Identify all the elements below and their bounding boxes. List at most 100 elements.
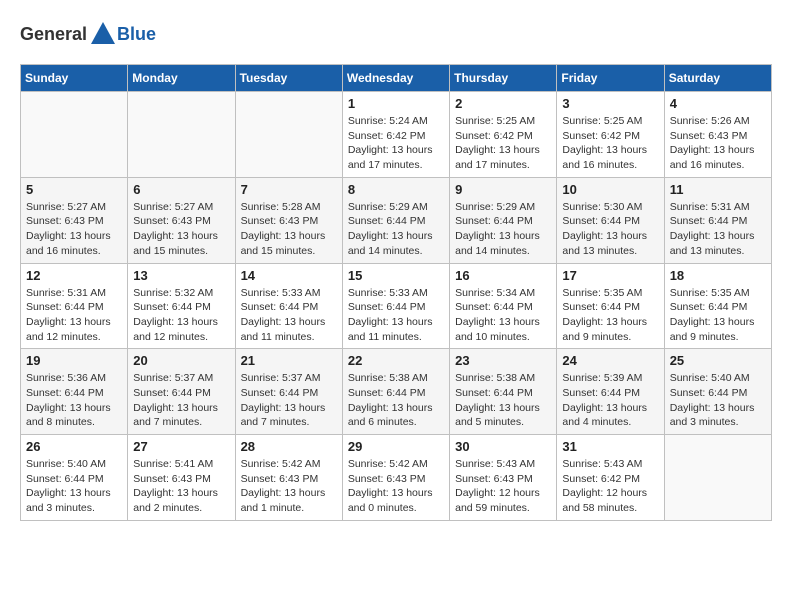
calendar-header-row: SundayMondayTuesdayWednesdayThursdayFrid… (21, 65, 772, 92)
day-info: Sunrise: 5:41 AM Sunset: 6:43 PM Dayligh… (133, 457, 229, 516)
day-number: 15 (348, 268, 444, 283)
logo-general-text: General (20, 24, 87, 45)
day-number: 31 (562, 439, 658, 454)
calendar-cell: 21 Sunrise: 5:37 AM Sunset: 6:44 PM Dayli… (235, 349, 342, 435)
calendar-cell: 5 Sunrise: 5:27 AM Sunset: 6:43 PM Daylig… (21, 177, 128, 263)
calendar-cell (21, 92, 128, 178)
calendar-cell: 18 Sunrise: 5:35 AM Sunset: 6:44 PM Dayli… (664, 263, 771, 349)
day-number: 28 (241, 439, 337, 454)
calendar-table: SundayMondayTuesdayWednesdayThursdayFrid… (20, 64, 772, 521)
calendar-cell: 1 Sunrise: 5:24 AM Sunset: 6:42 PM Daylig… (342, 92, 449, 178)
calendar-week-3: 12 Sunrise: 5:31 AM Sunset: 6:44 PM Dayli… (21, 263, 772, 349)
calendar-cell: 28 Sunrise: 5:42 AM Sunset: 6:43 PM Dayli… (235, 435, 342, 521)
logo-blue-text: Blue (117, 24, 156, 45)
day-info: Sunrise: 5:24 AM Sunset: 6:42 PM Dayligh… (348, 114, 444, 173)
weekday-header-friday: Friday (557, 65, 664, 92)
calendar-cell: 15 Sunrise: 5:33 AM Sunset: 6:44 PM Dayli… (342, 263, 449, 349)
calendar-cell: 22 Sunrise: 5:38 AM Sunset: 6:44 PM Dayli… (342, 349, 449, 435)
day-info: Sunrise: 5:25 AM Sunset: 6:42 PM Dayligh… (455, 114, 551, 173)
day-number: 16 (455, 268, 551, 283)
day-number: 3 (562, 96, 658, 111)
weekday-header-monday: Monday (128, 65, 235, 92)
calendar-cell: 13Sunrise: 5:32 AM Sunset: 6:44 PM Dayli… (128, 263, 235, 349)
day-info: Sunrise: 5:38 AM Sunset: 6:44 PM Dayligh… (455, 371, 551, 430)
day-number: 1 (348, 96, 444, 111)
day-info: Sunrise: 5:33 AM Sunset: 6:44 PM Dayligh… (241, 286, 337, 345)
day-number: 9 (455, 182, 551, 197)
day-info: Sunrise: 5:25 AM Sunset: 6:42 PM Dayligh… (562, 114, 658, 173)
calendar-cell: 19 Sunrise: 5:36 AM Sunset: 6:44 PM Dayli… (21, 349, 128, 435)
day-number: 27 (133, 439, 229, 454)
calendar-week-4: 19 Sunrise: 5:36 AM Sunset: 6:44 PM Dayli… (21, 349, 772, 435)
logo: General Blue (20, 20, 156, 48)
calendar-cell: 7Sunrise: 5:28 AM Sunset: 6:43 PM Daylig… (235, 177, 342, 263)
calendar-cell: 29 Sunrise: 5:42 AM Sunset: 6:43 PM Dayli… (342, 435, 449, 521)
calendar-cell: 25 Sunrise: 5:40 AM Sunset: 6:44 PM Dayli… (664, 349, 771, 435)
weekday-header-tuesday: Tuesday (235, 65, 342, 92)
day-info: Sunrise: 5:42 AM Sunset: 6:43 PM Dayligh… (241, 457, 337, 516)
logo-icon (89, 20, 117, 48)
calendar-cell: 24 Sunrise: 5:39 AM Sunset: 6:44 PM Dayli… (557, 349, 664, 435)
day-number: 26 (26, 439, 122, 454)
day-number: 11 (670, 182, 766, 197)
day-number: 8 (348, 182, 444, 197)
day-number: 23 (455, 353, 551, 368)
day-number: 13 (133, 268, 229, 283)
day-info: Sunrise: 5:27 AM Sunset: 6:43 PM Dayligh… (26, 200, 122, 259)
weekday-header-sunday: Sunday (21, 65, 128, 92)
calendar-cell (128, 92, 235, 178)
day-info: Sunrise: 5:40 AM Sunset: 6:44 PM Dayligh… (670, 371, 766, 430)
calendar-cell: 16 Sunrise: 5:34 AM Sunset: 6:44 PM Dayli… (450, 263, 557, 349)
day-number: 22 (348, 353, 444, 368)
day-info: Sunrise: 5:35 AM Sunset: 6:44 PM Dayligh… (562, 286, 658, 345)
day-number: 21 (241, 353, 337, 368)
calendar-cell: 17 Sunrise: 5:35 AM Sunset: 6:44 PM Dayli… (557, 263, 664, 349)
day-info: Sunrise: 5:35 AM Sunset: 6:44 PM Dayligh… (670, 286, 766, 345)
day-info: Sunrise: 5:42 AM Sunset: 6:43 PM Dayligh… (348, 457, 444, 516)
day-info: Sunrise: 5:40 AM Sunset: 6:44 PM Dayligh… (26, 457, 122, 516)
day-number: 25 (670, 353, 766, 368)
calendar-cell: 3 Sunrise: 5:25 AM Sunset: 6:42 PM Daylig… (557, 92, 664, 178)
day-number: 2 (455, 96, 551, 111)
day-info: Sunrise: 5:43 AM Sunset: 6:43 PM Dayligh… (455, 457, 551, 516)
day-number: 20 (133, 353, 229, 368)
day-number: 19 (26, 353, 122, 368)
day-number: 18 (670, 268, 766, 283)
calendar-cell: 30 Sunrise: 5:43 AM Sunset: 6:43 PM Dayli… (450, 435, 557, 521)
day-info: Sunrise: 5:34 AM Sunset: 6:44 PM Dayligh… (455, 286, 551, 345)
day-info: Sunrise: 5:29 AM Sunset: 6:44 PM Dayligh… (455, 200, 551, 259)
calendar-cell (235, 92, 342, 178)
day-info: Sunrise: 5:39 AM Sunset: 6:44 PM Dayligh… (562, 371, 658, 430)
day-info: Sunrise: 5:29 AM Sunset: 6:44 PM Dayligh… (348, 200, 444, 259)
day-info: Sunrise: 5:30 AM Sunset: 6:44 PM Dayligh… (562, 200, 658, 259)
weekday-header-wednesday: Wednesday (342, 65, 449, 92)
day-info: Sunrise: 5:37 AM Sunset: 6:44 PM Dayligh… (241, 371, 337, 430)
day-info: Sunrise: 5:36 AM Sunset: 6:44 PM Dayligh… (26, 371, 122, 430)
day-number: 5 (26, 182, 122, 197)
day-number: 17 (562, 268, 658, 283)
day-number: 30 (455, 439, 551, 454)
calendar-cell: 6Sunrise: 5:27 AM Sunset: 6:43 PM Daylig… (128, 177, 235, 263)
page-header: General Blue (20, 20, 772, 48)
calendar-cell: 14 Sunrise: 5:33 AM Sunset: 6:44 PM Dayli… (235, 263, 342, 349)
day-number: 29 (348, 439, 444, 454)
calendar-cell (664, 435, 771, 521)
day-info: Sunrise: 5:33 AM Sunset: 6:44 PM Dayligh… (348, 286, 444, 345)
day-number: 14 (241, 268, 337, 283)
day-info: Sunrise: 5:38 AM Sunset: 6:44 PM Dayligh… (348, 371, 444, 430)
day-info: Sunrise: 5:26 AM Sunset: 6:43 PM Dayligh… (670, 114, 766, 173)
calendar-cell: 8 Sunrise: 5:29 AM Sunset: 6:44 PM Daylig… (342, 177, 449, 263)
day-number: 24 (562, 353, 658, 368)
calendar-cell: 2 Sunrise: 5:25 AM Sunset: 6:42 PM Daylig… (450, 92, 557, 178)
day-number: 4 (670, 96, 766, 111)
day-info: Sunrise: 5:31 AM Sunset: 6:44 PM Dayligh… (26, 286, 122, 345)
calendar-cell: 4 Sunrise: 5:26 AM Sunset: 6:43 PM Daylig… (664, 92, 771, 178)
day-number: 12 (26, 268, 122, 283)
calendar-week-5: 26 Sunrise: 5:40 AM Sunset: 6:44 PM Dayli… (21, 435, 772, 521)
calendar-week-2: 5 Sunrise: 5:27 AM Sunset: 6:43 PM Daylig… (21, 177, 772, 263)
calendar-cell: 31Sunrise: 5:43 AM Sunset: 6:42 PM Dayli… (557, 435, 664, 521)
calendar-cell: 26 Sunrise: 5:40 AM Sunset: 6:44 PM Dayli… (21, 435, 128, 521)
weekday-header-saturday: Saturday (664, 65, 771, 92)
day-number: 7 (241, 182, 337, 197)
day-info: Sunrise: 5:31 AM Sunset: 6:44 PM Dayligh… (670, 200, 766, 259)
